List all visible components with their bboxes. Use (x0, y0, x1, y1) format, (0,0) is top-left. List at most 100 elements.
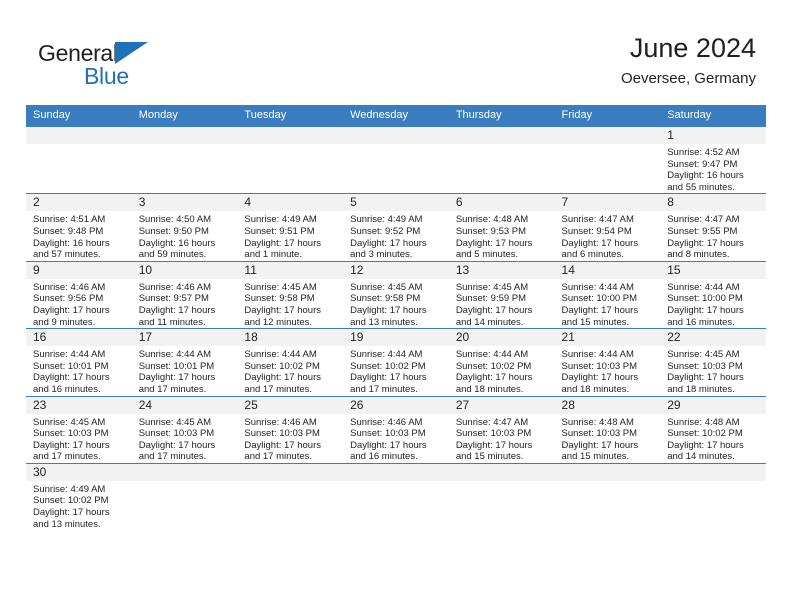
sunrise-time: Sunrise: 4:45 AM (350, 281, 423, 293)
day-detail: Sunrise: 4:44 AM Sunset: 10:02 PM Daylight… (343, 346, 449, 395)
calendar-day-cell[interactable]: 4 Sunrise: 4:49 AM Sunset: 9:51 PM Daylight… (237, 193, 344, 262)
calendar-day-cell[interactable]: 25 Sunrise: 4:46 AM Sunset: 10:03 PM Daylig… (237, 395, 344, 464)
daylight-duration-line1: Daylight: 17 hours (667, 237, 744, 249)
daylight-duration-line2: and 15 minutes. (561, 451, 630, 463)
sunrise-time: Sunrise: 4:48 AM (561, 416, 634, 428)
calendar-week-row: 23 Sunrise: 4:45 AM Sunset: 10:03 PM Daylig… (26, 395, 766, 464)
daylight-duration-line1: Daylight: 17 hours (455, 439, 533, 451)
daylight-duration-line1: Daylight: 17 hours (244, 304, 321, 316)
day-detail: Sunrise: 4:45 AM Sunset: 9:58 PM Daylight:… (343, 279, 449, 328)
sunrise-time: Sunrise: 4:46 AM (350, 416, 423, 428)
daylight-duration-line1: Daylight: 17 hours (350, 237, 427, 249)
daylight-duration-line2: and 16 minutes. (33, 383, 101, 395)
calendar-week-row: 2 Sunrise: 4:51 AM Sunset: 9:48 PM Daylight… (26, 193, 766, 262)
page-header: General Blue June 2024 Oeversee, Germany (0, 0, 792, 104)
day-detail: Sunrise: 4:45 AM Sunset: 9:59 PM Daylight:… (449, 279, 555, 328)
day-number-empty (554, 463, 661, 481)
daylight-duration-line2: and 5 minutes. (455, 249, 519, 261)
calendar-page: General Blue June 2024 Oeversee, Germany… (0, 0, 792, 612)
calendar-day-cell[interactable]: 20 Sunrise: 4:44 AM Sunset: 10:02 PM Daylig… (448, 328, 555, 396)
daylight-duration-line2: and 17 minutes. (350, 383, 418, 395)
daylight-duration-line1: Daylight: 17 hours (455, 372, 533, 384)
day-detail: Sunrise: 4:49 AM Sunset: 10:02 PM Daylight… (26, 481, 132, 530)
calendar-day-cell[interactable]: 28 Sunrise: 4:48 AM Sunset: 10:03 PM Daylig… (554, 395, 661, 464)
daylight-duration-line2: and 17 minutes. (138, 383, 207, 395)
day-number-empty (660, 463, 766, 481)
daylight-duration-line2: and 15 minutes. (455, 451, 524, 463)
sunrise-time: Sunrise: 4:49 AM (33, 483, 106, 495)
daylight-duration-line1: Daylight: 17 hours (138, 439, 216, 451)
calendar-day-cell[interactable]: 17 Sunrise: 4:44 AM Sunset: 10:01 PM Daylig… (131, 328, 238, 396)
day-detail: Sunrise: 4:44 AM Sunset: 10:01 PM Daylight… (26, 346, 132, 395)
calendar-day-cell[interactable]: 6 Sunrise: 4:48 AM Sunset: 9:53 PM Daylight… (448, 193, 555, 262)
calendar-day-cell[interactable]: 9 Sunrise: 4:46 AM Sunset: 9:56 PM Daylight… (26, 260, 132, 329)
calendar-day-cell[interactable]: 11 Sunrise: 4:45 AM Sunset: 9:58 PM Dayligh… (237, 260, 344, 329)
sunset-time: Sunset: 9:48 PM (33, 225, 104, 237)
day-number: 5 (343, 194, 449, 212)
calendar-day-cell[interactable]: 13 Sunrise: 4:45 AM Sunset: 9:59 PM Dayligh… (448, 260, 555, 329)
sunset-time: Sunset: 9:58 PM (244, 293, 315, 305)
daylight-duration-line2: and 17 minutes. (138, 451, 207, 463)
calendar-day-cell[interactable]: 10 Sunrise: 4:46 AM Sunset: 9:57 PM Dayligh… (131, 260, 238, 329)
daylight-duration-line1: Daylight: 17 hours (455, 304, 533, 316)
daylight-duration-line1: Daylight: 17 hours (33, 507, 110, 519)
calendar-day-cell[interactable]: 30 Sunrise: 4:49 AM Sunset: 10:02 PM Daylig… (26, 462, 132, 531)
day-detail: Sunrise: 4:44 AM Sunset: 10:01 PM Daylight… (132, 346, 238, 395)
day-number: 13 (448, 261, 555, 279)
sunset-time: Sunset: 10:03 PM (350, 428, 426, 440)
calendar-day-cell[interactable]: 3 Sunrise: 4:50 AM Sunset: 9:50 PM Daylight… (131, 193, 238, 262)
sunrise-time: Sunrise: 4:49 AM (350, 214, 423, 226)
day-detail: Sunrise: 4:44 AM Sunset: 10:03 PM Daylight… (555, 346, 661, 395)
calendar-week-row: 16 Sunrise: 4:44 AM Sunset: 10:01 PM Daylig… (26, 328, 766, 396)
calendar-day-cell[interactable]: 16 Sunrise: 4:44 AM Sunset: 10:01 PM Daylig… (26, 328, 132, 396)
calendar-day-cell[interactable]: 26 Sunrise: 4:46 AM Sunset: 10:03 PM Daylig… (343, 395, 449, 464)
day-number: 17 (131, 329, 238, 347)
day-number-empty (343, 463, 449, 481)
sunrise-time: Sunrise: 4:46 AM (33, 281, 106, 293)
day-detail: Sunrise: 4:47 AM Sunset: 9:54 PM Daylight:… (555, 211, 661, 260)
calendar-day-cell-empty (448, 462, 555, 531)
calendar-day-cell[interactable]: 27 Sunrise: 4:47 AM Sunset: 10:03 PM Daylig… (448, 395, 555, 464)
daylight-duration-line1: Daylight: 17 hours (561, 439, 639, 451)
daylight-duration-line2: and 18 minutes. (455, 383, 524, 395)
day-number: 15 (660, 261, 766, 279)
day-number: 3 (131, 194, 238, 212)
calendar-day-cell[interactable]: 24 Sunrise: 4:45 AM Sunset: 10:03 PM Daylig… (131, 395, 238, 464)
logo-text-blue: Blue (84, 63, 129, 89)
day-number-empty (343, 127, 449, 144)
daylight-duration-line2: and 55 minutes. (667, 181, 735, 193)
calendar-day-cell[interactable]: 29 Sunrise: 4:48 AM Sunset: 10:02 PM Daylig… (660, 395, 766, 464)
calendar-day-cell[interactable]: 18 Sunrise: 4:44 AM Sunset: 10:02 PM Daylig… (237, 328, 344, 396)
day-detail: Sunrise: 4:46 AM Sunset: 10:03 PM Daylight… (237, 414, 343, 463)
calendar-day-cell[interactable]: 2 Sunrise: 4:51 AM Sunset: 9:48 PM Daylight… (26, 193, 132, 262)
calendar-day-cell[interactable]: 22 Sunrise: 4:45 AM Sunset: 10:03 PM Daylig… (660, 328, 766, 396)
calendar-day-cell[interactable]: 23 Sunrise: 4:45 AM Sunset: 10:03 PM Daylig… (26, 395, 132, 464)
sunrise-time: Sunrise: 4:45 AM (455, 281, 529, 293)
calendar-day-cell[interactable]: 8 Sunrise: 4:47 AM Sunset: 9:55 PM Daylight… (660, 193, 766, 262)
calendar-day-cell[interactable]: 15 Sunrise: 4:44 AM Sunset: 10:00 PM Daylig… (660, 260, 766, 329)
day-number: 14 (554, 261, 661, 279)
daylight-duration-line2: and 8 minutes. (667, 249, 730, 261)
day-number: 26 (343, 396, 449, 414)
sunrise-time: Sunrise: 4:48 AM (455, 214, 529, 226)
daylight-duration-line2: and 57 minutes. (33, 249, 101, 261)
calendar-day-cell[interactable]: 1 Sunrise: 4:52 AM Sunset: 9:47 PM Daylight… (660, 125, 766, 194)
day-number-empty (448, 463, 555, 481)
daylight-duration-line1: Daylight: 17 hours (244, 372, 321, 384)
page-title: June 2024 (629, 33, 756, 63)
daylight-duration-line1: Daylight: 17 hours (33, 439, 110, 451)
day-number: 16 (26, 329, 132, 347)
calendar-day-cell[interactable]: 5 Sunrise: 4:49 AM Sunset: 9:52 PM Daylight… (343, 193, 449, 262)
calendar-day-cell[interactable]: 12 Sunrise: 4:45 AM Sunset: 9:58 PM Dayligh… (343, 260, 449, 329)
calendar-day-cell[interactable]: 14 Sunrise: 4:44 AM Sunset: 10:00 PM Daylig… (554, 260, 661, 329)
weekday-header-thursday: Thursday (448, 105, 555, 127)
calendar-day-cell[interactable]: 19 Sunrise: 4:44 AM Sunset: 10:02 PM Daylig… (343, 328, 449, 396)
calendar-day-cell[interactable]: 21 Sunrise: 4:44 AM Sunset: 10:03 PM Daylig… (554, 328, 661, 396)
day-detail: Sunrise: 4:48 AM Sunset: 10:03 PM Daylight… (555, 414, 661, 463)
day-number-empty (26, 127, 132, 144)
sunset-time: Sunset: 10:00 PM (561, 293, 638, 305)
daylight-duration-line1: Daylight: 17 hours (561, 372, 639, 384)
sunrise-time: Sunrise: 4:45 AM (667, 349, 740, 361)
sunrise-time: Sunrise: 4:48 AM (667, 416, 740, 428)
calendar-day-cell[interactable]: 7 Sunrise: 4:47 AM Sunset: 9:54 PM Daylight… (554, 193, 661, 262)
